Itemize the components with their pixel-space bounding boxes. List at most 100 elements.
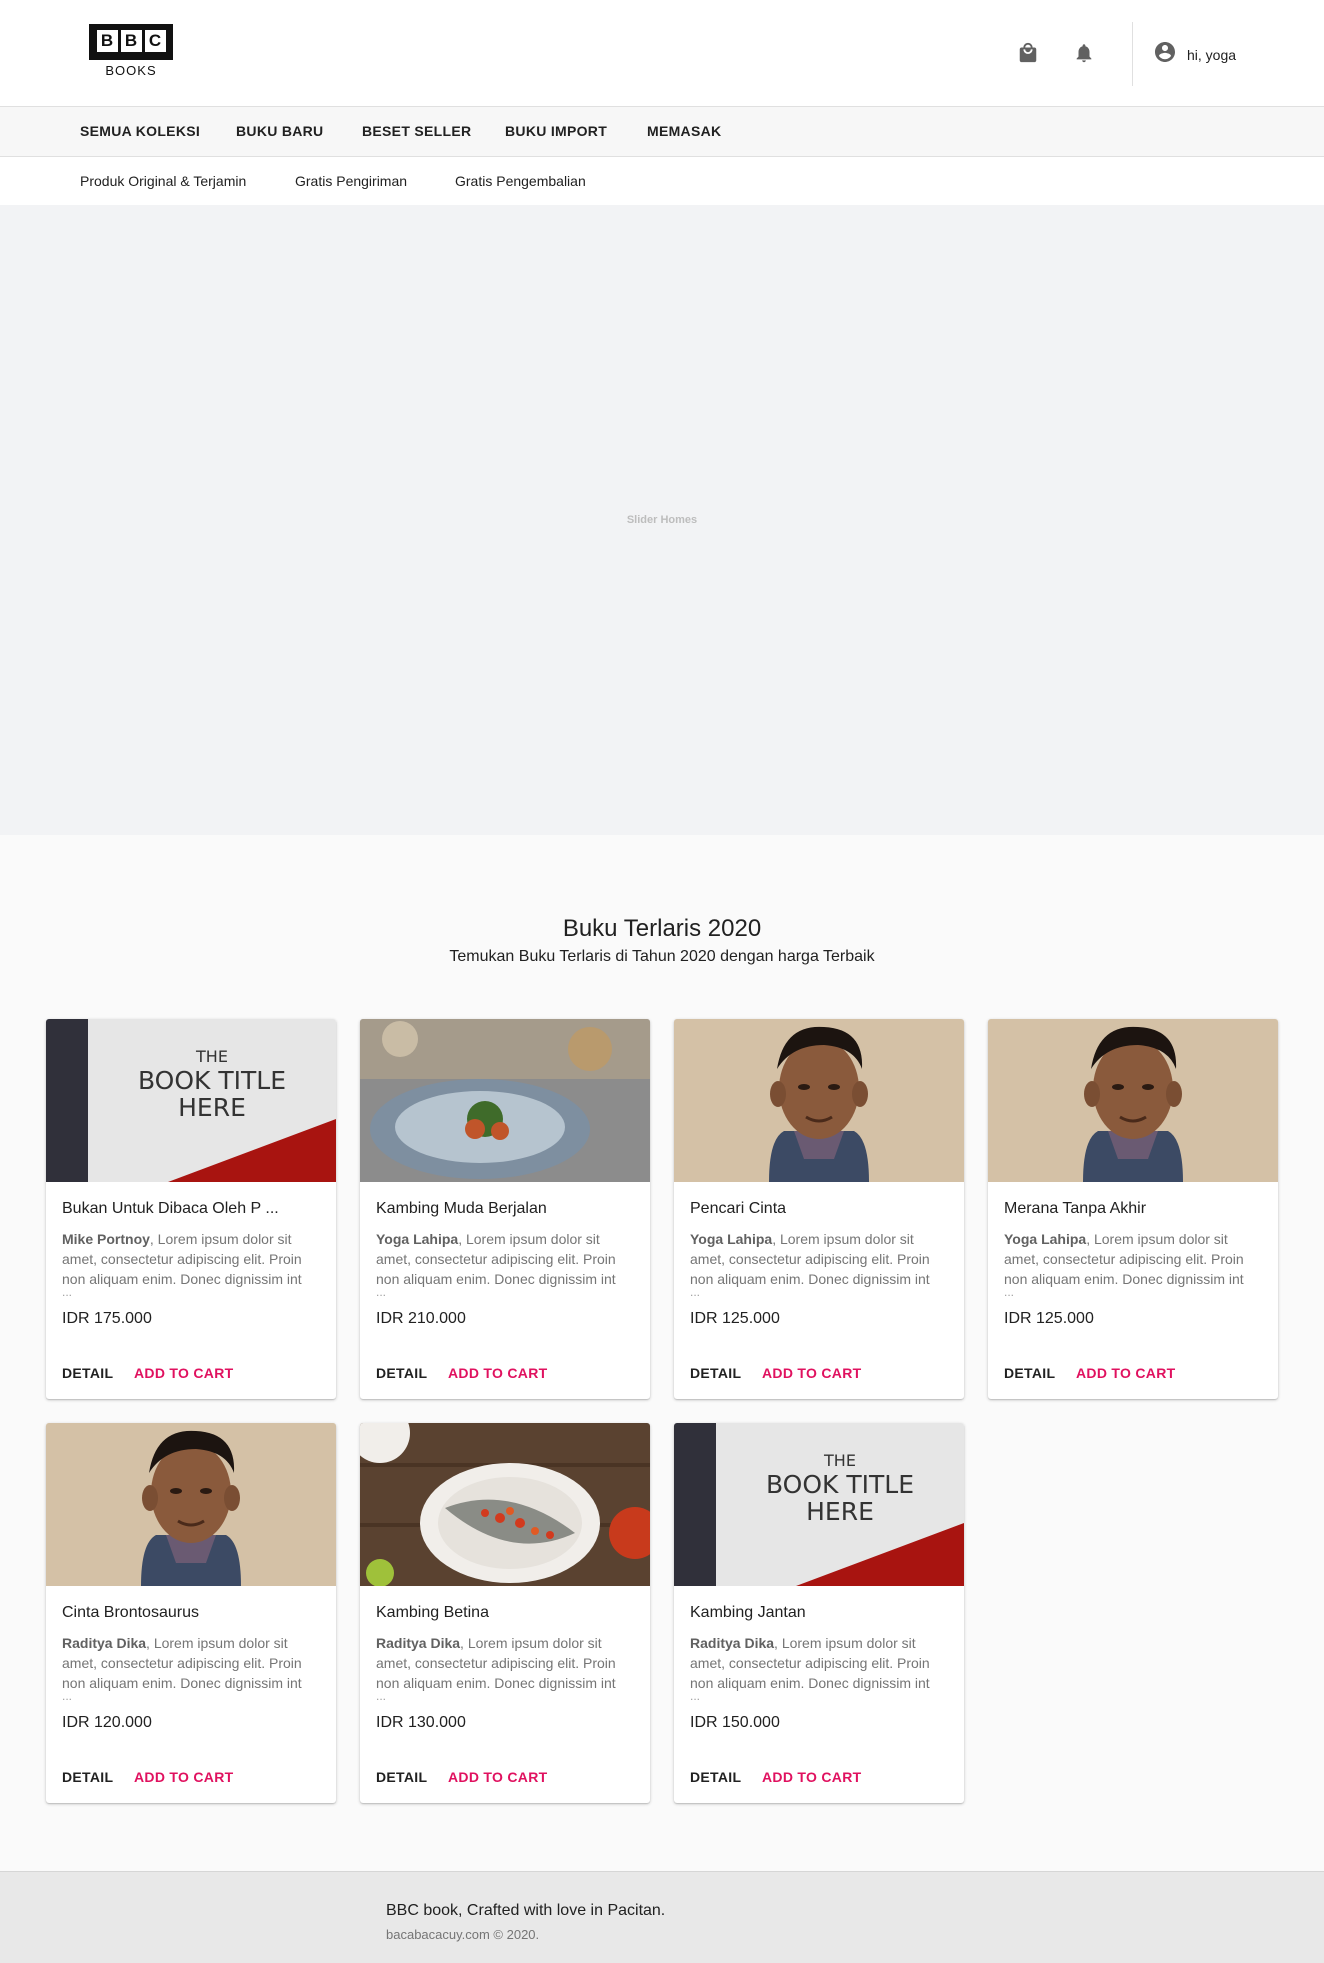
logo-letter: B bbox=[96, 30, 118, 52]
benefit-free-shipping: Gratis Pengiriman bbox=[295, 173, 408, 189]
add-to-cart-button[interactable]: ADD TO CART bbox=[762, 1365, 861, 1381]
section-title: Buku Terlaris 2020 bbox=[562, 915, 762, 942]
book-price: IDR 120.000 bbox=[62, 1714, 152, 1731]
book-card[interactable]: Cinta Brontosaurus Raditya Dika, Lorem ip… bbox=[46, 1423, 336, 1803]
detail-button[interactable]: DETAIL bbox=[376, 1365, 427, 1381]
book-cover-art: THE BOOK TITLE HERE bbox=[46, 1019, 336, 1182]
book-author: Raditya Dika bbox=[62, 1635, 147, 1651]
book-author: Yoga Lahipa bbox=[690, 1231, 773, 1247]
book-thumbnail[interactable]: THE BOOK TITLE HERE bbox=[674, 1423, 964, 1586]
shopping-bag-icon[interactable] bbox=[1016, 41, 1040, 65]
book-author: Raditya Dika bbox=[376, 1635, 461, 1651]
add-to-cart-button[interactable]: ADD TO CART bbox=[762, 1769, 861, 1785]
book-description: Mike Portnoy, Lorem ipsum dolor sit amet… bbox=[62, 1231, 302, 1287]
footer: BBC book, Crafted with love in Pacitan. … bbox=[0, 1871, 1324, 1963]
nav-item-semua-koleksi[interactable]: SEMUA KOLEKSI bbox=[80, 123, 200, 139]
bell-icon[interactable] bbox=[1072, 41, 1096, 65]
book-title[interactable]: Kambing Jantan bbox=[690, 1604, 806, 1622]
book-card[interactable]: Pencari Cinta Yoga Lahipa, Lorem ipsum do… bbox=[674, 1019, 964, 1399]
author-portrait-image bbox=[988, 1019, 1278, 1182]
add-to-cart-button[interactable]: ADD TO CART bbox=[448, 1365, 547, 1381]
nav-item-buku-import[interactable]: BUKU IMPORT bbox=[505, 123, 607, 139]
cover-title-line1: THE bbox=[824, 1451, 856, 1470]
book-price: IDR 125.000 bbox=[1004, 1310, 1094, 1327]
description-ellipsis: ... bbox=[62, 1285, 73, 1299]
description-ellipsis: ... bbox=[1004, 1285, 1015, 1299]
detail-button[interactable]: DETAIL bbox=[1004, 1365, 1055, 1381]
book-description: Raditya Dika, Lorem ipsum dolor sit amet… bbox=[690, 1635, 930, 1691]
fish-dish-image bbox=[360, 1423, 650, 1586]
book-thumbnail[interactable]: THE BOOK TITLE HERE bbox=[46, 1019, 336, 1182]
book-card[interactable]: Merana Tanpa Akhir Yoga Lahipa, Lorem ips… bbox=[988, 1019, 1278, 1399]
cover-title-lines: BOOK TITLE HERE bbox=[765, 1470, 915, 1526]
book-thumbnail[interactable] bbox=[988, 1019, 1278, 1182]
food-plate-image bbox=[360, 1019, 650, 1182]
book-title[interactable]: Kambing Betina bbox=[376, 1604, 489, 1622]
book-description: Raditya Dika, Lorem ipsum dolor sit amet… bbox=[376, 1635, 616, 1691]
book-title[interactable]: Kambing Muda Berjalan bbox=[376, 1200, 547, 1218]
description-ellipsis: ... bbox=[62, 1689, 73, 1703]
description-ellipsis: ... bbox=[376, 1285, 387, 1299]
header-divider bbox=[1132, 22, 1133, 86]
hero-slider[interactable]: Slider Homes bbox=[0, 205, 1324, 835]
book-author: Yoga Lahipa bbox=[1004, 1231, 1087, 1247]
add-to-cart-button[interactable]: ADD TO CART bbox=[134, 1769, 233, 1785]
book-price: IDR 150.000 bbox=[690, 1714, 780, 1731]
book-author: Raditya Dika bbox=[690, 1635, 775, 1651]
logo-letter: B bbox=[120, 30, 142, 52]
book-thumbnail[interactable] bbox=[360, 1423, 650, 1586]
add-to-cart-button[interactable]: ADD TO CART bbox=[1076, 1365, 1175, 1381]
header: B B C BOOKS hi, yoga bbox=[0, 0, 1324, 107]
description-ellipsis: ... bbox=[376, 1689, 387, 1703]
logo-subtitle: BOOKS bbox=[105, 63, 157, 78]
add-to-cart-button[interactable]: ADD TO CART bbox=[134, 1365, 233, 1381]
book-title[interactable]: Pencari Cinta bbox=[690, 1200, 786, 1218]
nav-item-buku-baru[interactable]: BUKU BARU bbox=[236, 123, 323, 139]
account-circle-icon bbox=[1153, 40, 1177, 69]
add-to-cart-button[interactable]: ADD TO CART bbox=[448, 1769, 547, 1785]
benefit-free-returns: Gratis Pengembalian bbox=[455, 173, 586, 189]
book-description: Yoga Lahipa, Lorem ipsum dolor sit amet,… bbox=[1004, 1231, 1244, 1287]
cover-title-line1: THE bbox=[196, 1047, 228, 1066]
book-thumbnail[interactable] bbox=[674, 1019, 964, 1182]
book-cover-art: THE BOOK TITLE HERE bbox=[674, 1423, 964, 1586]
book-description: Raditya Dika, Lorem ipsum dolor sit amet… bbox=[62, 1635, 302, 1691]
book-thumbnail[interactable] bbox=[46, 1423, 336, 1586]
detail-button[interactable]: DETAIL bbox=[62, 1769, 113, 1785]
book-card[interactable]: Kambing Betina Raditya Dika, Lorem ipsum … bbox=[360, 1423, 650, 1803]
book-title[interactable]: Bukan Untuk Dibaca Oleh P ... bbox=[62, 1200, 279, 1218]
author-portrait-image bbox=[46, 1423, 336, 1586]
user-greeting: hi, yoga bbox=[1187, 46, 1237, 63]
nav-item-beset-seller[interactable]: BESET SELLER bbox=[362, 123, 471, 139]
book-card[interactable]: THE BOOK TITLE HERE Kambing Jantan Raditya D… bbox=[674, 1423, 964, 1803]
bbc-books-logo[interactable]: B B C BOOKS bbox=[89, 24, 173, 78]
benefits-bar: Produk Original & Terjamin Gratis Pengir… bbox=[0, 157, 1324, 205]
book-price: IDR 210.000 bbox=[376, 1310, 466, 1327]
nav-item-memasak[interactable]: MEMASAK bbox=[647, 123, 721, 139]
detail-button[interactable]: DETAIL bbox=[62, 1365, 113, 1381]
footer-tagline: BBC book, Crafted with love in Pacitan. bbox=[386, 1902, 666, 1919]
book-price: IDR 175.000 bbox=[62, 1310, 152, 1327]
book-price: IDR 130.000 bbox=[376, 1714, 466, 1731]
book-card[interactable]: THE BOOK TITLE HERE Bukan Untuk Dibaca Oleh… bbox=[46, 1019, 336, 1399]
book-title[interactable]: Merana Tanpa Akhir bbox=[1004, 1200, 1146, 1218]
detail-button[interactable]: DETAIL bbox=[376, 1769, 427, 1785]
detail-button[interactable]: DETAIL bbox=[690, 1365, 741, 1381]
description-ellipsis: ... bbox=[690, 1689, 701, 1703]
book-thumbnail[interactable] bbox=[360, 1019, 650, 1182]
detail-button[interactable]: DETAIL bbox=[690, 1769, 741, 1785]
book-title[interactable]: Cinta Brontosaurus bbox=[62, 1604, 199, 1622]
book-author: Mike Portnoy bbox=[62, 1231, 150, 1247]
cover-spine bbox=[46, 1019, 88, 1182]
book-price: IDR 125.000 bbox=[690, 1310, 780, 1327]
user-menu[interactable]: hi, yoga bbox=[1153, 40, 1236, 69]
benefit-original: Produk Original & Terjamin bbox=[80, 173, 247, 189]
cover-title-lines: BOOK TITLE HERE bbox=[137, 1066, 287, 1122]
cover-spine bbox=[674, 1423, 716, 1586]
slider-placeholder-label: Slider Homes bbox=[626, 514, 698, 526]
main-nav: SEMUA KOLEKSI BUKU BARU BESET SELLER BUK… bbox=[0, 107, 1324, 157]
section-subtitle: Temukan Buku Terlaris di Tahun 2020 deng… bbox=[449, 948, 875, 965]
book-description: Yoga Lahipa, Lorem ipsum dolor sit amet,… bbox=[376, 1231, 616, 1287]
description-ellipsis: ... bbox=[690, 1285, 701, 1299]
book-card[interactable]: Kambing Muda Berjalan Yoga Lahipa, Lorem … bbox=[360, 1019, 650, 1399]
